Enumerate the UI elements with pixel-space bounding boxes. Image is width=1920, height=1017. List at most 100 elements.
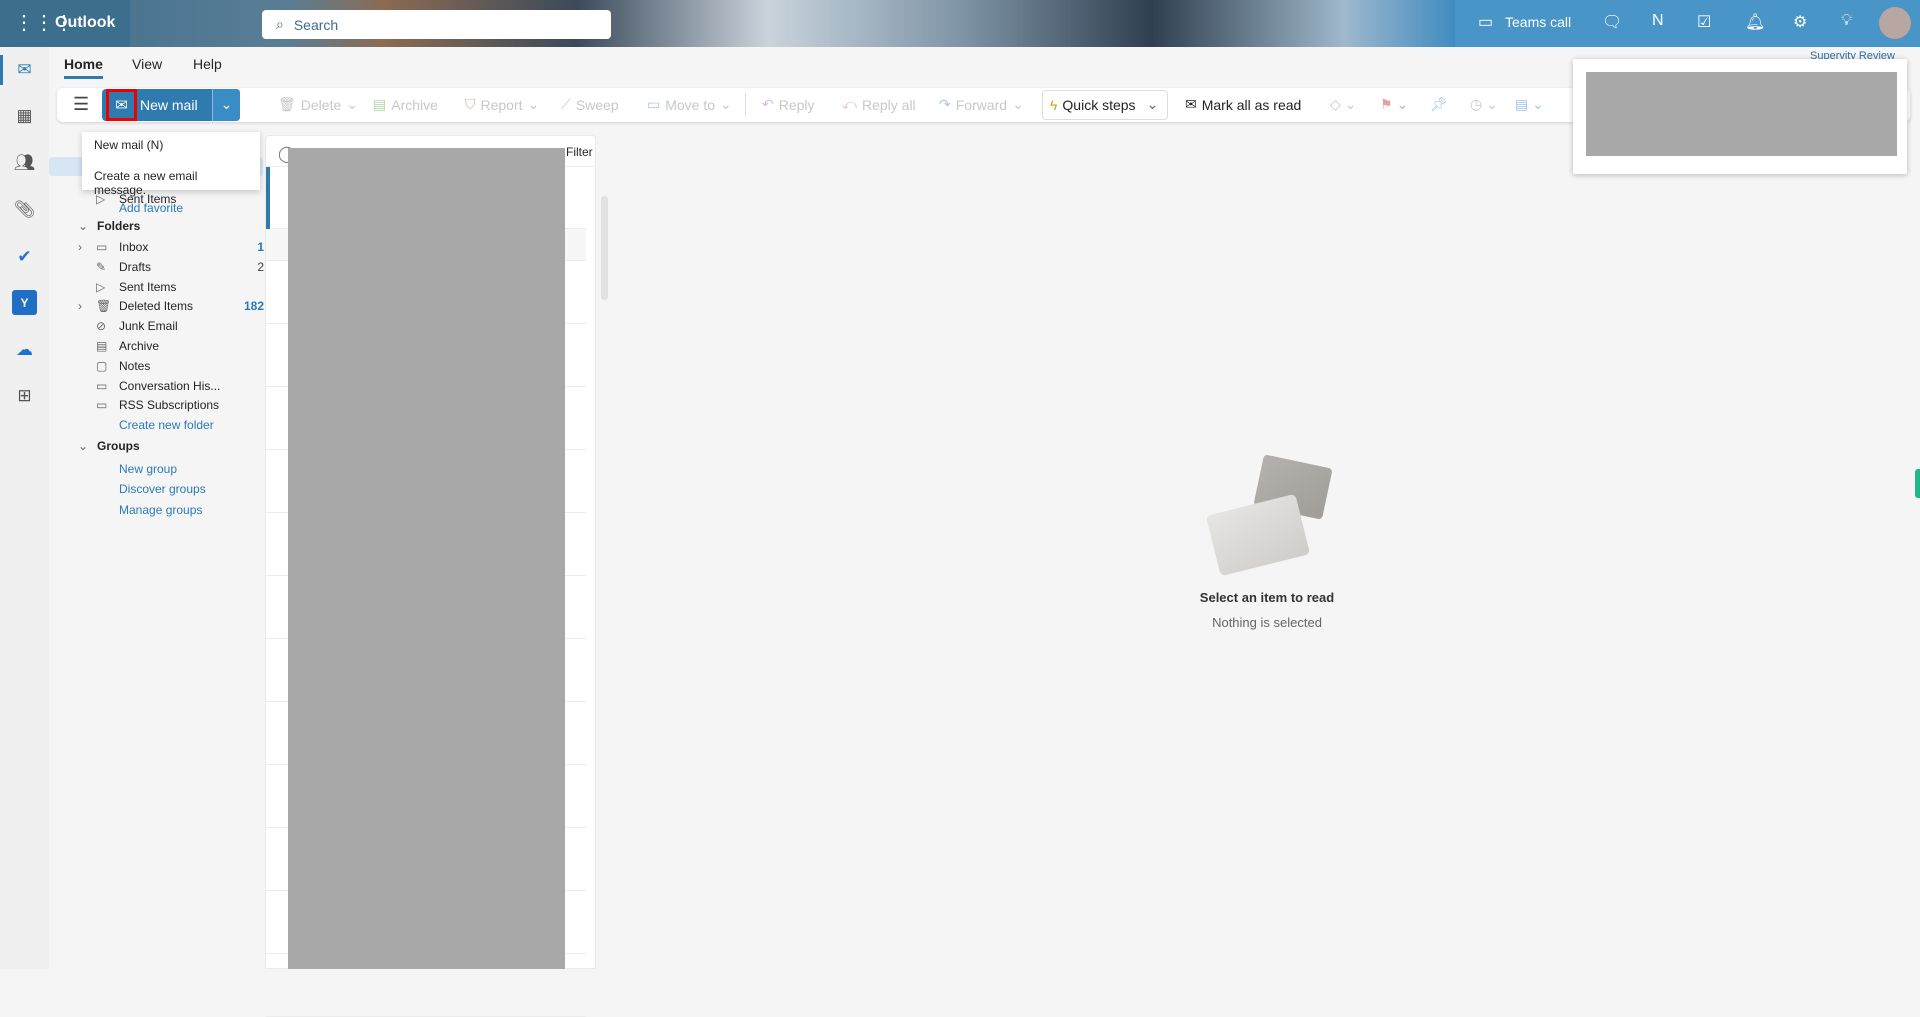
chevron-right-icon[interactable]: › — [78, 299, 82, 313]
note-icon: ▢ — [96, 358, 108, 373]
popup-panel — [1573, 59, 1907, 174]
search-input[interactable]: ⌕ Search — [262, 10, 611, 39]
tooltip-title: New mail (N) — [94, 138, 164, 152]
folder-label: Notes — [119, 358, 151, 373]
forward-label: Forward — [955, 96, 1008, 113]
people-icon[interactable]: 👥︎ — [12, 150, 37, 175]
filter-button[interactable]: Filter — [566, 145, 593, 159]
folder-icon: ▭ — [96, 398, 108, 413]
delete-label: Delete — [300, 96, 342, 113]
mail-icon[interactable]: ✉ — [12, 57, 37, 82]
reply-all-label: Reply all — [861, 96, 916, 113]
trash-icon: 🗑︎ — [278, 96, 296, 112]
app-title: Outlook — [55, 14, 116, 31]
pin-icon[interactable]: 📌︎ — [1430, 96, 1448, 113]
move-to-label: Move to — [665, 96, 716, 113]
tab-view[interactable]: View — [132, 56, 162, 72]
reading-pane-title: Select an item to read — [1199, 590, 1335, 605]
app-rail: ✉ ▦ 👥︎ 📎︎ ✔ Y ☁ ⊞ — [0, 47, 49, 969]
folder-label: Conversation His... — [119, 378, 221, 393]
selected-indicator — [266, 167, 270, 229]
onedrive-icon[interactable]: ☁ — [12, 337, 37, 362]
more-apps-icon[interactable]: ⊞ — [12, 383, 37, 408]
trash-icon: 🗑︎ — [96, 299, 112, 314]
yammer-icon[interactable]: Y — [12, 290, 37, 315]
hamburger-menu-icon[interactable]: ☰ — [73, 94, 89, 115]
quick-steps-label-group: ϟ Quick steps ⌄ — [1050, 96, 1158, 113]
envelope-open-icon: ✉ — [1185, 96, 1197, 112]
archive-button[interactable]: ▤ Archive — [373, 96, 438, 113]
chevron-down-icon: ⌄ — [78, 439, 89, 453]
gear-icon[interactable]: ⚙ — [1793, 12, 1807, 32]
reply-all-button[interactable]: ⤺ Reply all — [842, 96, 916, 113]
folder-icon: ▭ — [96, 378, 108, 393]
junk-icon: ⊘ — [96, 319, 107, 334]
tooltip: New mail (N) Create a new email message. — [82, 132, 260, 197]
sweep-button[interactable]: ⟋ Sweep — [561, 96, 619, 113]
top-right-tools: ▭ Teams call 🗨 N ☑ 🔔︎ ⚙ 💡︎ — [1455, 0, 1920, 47]
lightbulb-icon[interactable]: 💡︎ — [1841, 12, 1852, 30]
new-mail-button[interactable]: ✉ New mail ⌄ — [102, 89, 240, 121]
attachment-icon[interactable]: 📎︎ — [12, 197, 37, 222]
broom-icon: ⟋ — [561, 96, 571, 112]
redacted-region — [288, 148, 565, 969]
folder-label: Deleted Items — [119, 299, 194, 314]
move-to-button[interactable]: ▭ Move to ⌄ — [647, 96, 732, 113]
tab-home[interactable]: Home — [64, 56, 103, 72]
delete-button[interactable]: 🗑︎ Delete ⌄ — [278, 96, 358, 113]
new-mail-dropdown-chevron-icon[interactable]: ⌄ — [212, 89, 240, 121]
folder-label: Sent Items — [119, 279, 177, 294]
redacted-region — [1586, 72, 1897, 156]
link-label: Create new folder — [119, 418, 214, 432]
tab-help[interactable]: Help — [193, 56, 222, 72]
calendar-icon[interactable]: ▦ — [12, 103, 37, 128]
pencil-icon: ✎ — [96, 259, 107, 274]
clock-icon[interactable]: ◷ ⌄ — [1470, 96, 1498, 113]
archive-icon: ▤ — [373, 96, 387, 112]
chat-icon[interactable]: 🗨 — [1602, 12, 1622, 32]
search-icon: ⌕ — [276, 16, 284, 32]
send-icon: ▷ — [96, 279, 106, 294]
archive-icon: ▤ — [96, 339, 108, 353]
rules-icon[interactable]: ▤ ⌄ — [1515, 96, 1544, 113]
bell-icon[interactable]: 🔔︎ — [1745, 12, 1765, 32]
section-label: Folders — [97, 219, 141, 233]
onenote-icon[interactable]: N — [1652, 12, 1664, 30]
calendar-check-icon[interactable]: ☑ — [1697, 12, 1711, 32]
avatar[interactable] — [1879, 7, 1911, 39]
chevron-right-icon[interactable]: › — [78, 240, 82, 254]
new-mail-label: New mail — [140, 97, 198, 113]
reply-button[interactable]: ↶ Reply — [762, 96, 815, 113]
link-label: Add favorite — [119, 201, 184, 215]
chevron-down-icon[interactable]: ⌄ — [1147, 96, 1159, 113]
section-label: Groups — [97, 439, 140, 453]
mark-all-read-button[interactable]: ✉ Mark all as read — [1185, 96, 1301, 113]
folder-label: Inbox — [119, 240, 149, 254]
tab-home-underline — [64, 76, 103, 79]
todo-icon[interactable]: ✔ — [12, 244, 37, 269]
teams-call-button[interactable]: Teams call — [1505, 14, 1571, 30]
flag-icon[interactable]: ⚑ ⌄ — [1380, 96, 1408, 113]
link-label: New group — [119, 462, 178, 476]
folder-label: RSS Subscriptions — [119, 398, 220, 413]
mail-icon: ✉ — [106, 89, 137, 121]
tooltip-description: Create a new email message. — [94, 169, 198, 197]
folder-label: Archive — [119, 339, 160, 353]
forward-button[interactable]: ↷ Forward ⌄ — [939, 96, 1024, 113]
reply-icon: ↶ — [762, 96, 774, 112]
tag-icon[interactable]: ◇ ⌄ — [1330, 96, 1356, 113]
forward-icon: ↷ — [939, 96, 951, 112]
search-placeholder: Search — [293, 16, 339, 33]
rail-active-indicator — [0, 55, 3, 85]
side-panel-tab[interactable] — [1915, 469, 1920, 498]
shield-icon: ⛉ — [465, 96, 476, 112]
report-button[interactable]: ⛉ Report ⌄ — [465, 96, 539, 113]
envelopes-illustration — [1205, 454, 1333, 577]
reading-pane-subtitle: Nothing is selected — [1212, 615, 1322, 630]
mark-all-read-label: Mark all as read — [1201, 96, 1302, 113]
video-icon: ▭ — [1478, 14, 1494, 31]
unread-count: 182 — [243, 299, 264, 314]
folder-label: Junk Email — [119, 319, 178, 334]
scrollbar-thumb[interactable] — [601, 196, 608, 300]
sweep-label: Sweep — [575, 96, 619, 113]
